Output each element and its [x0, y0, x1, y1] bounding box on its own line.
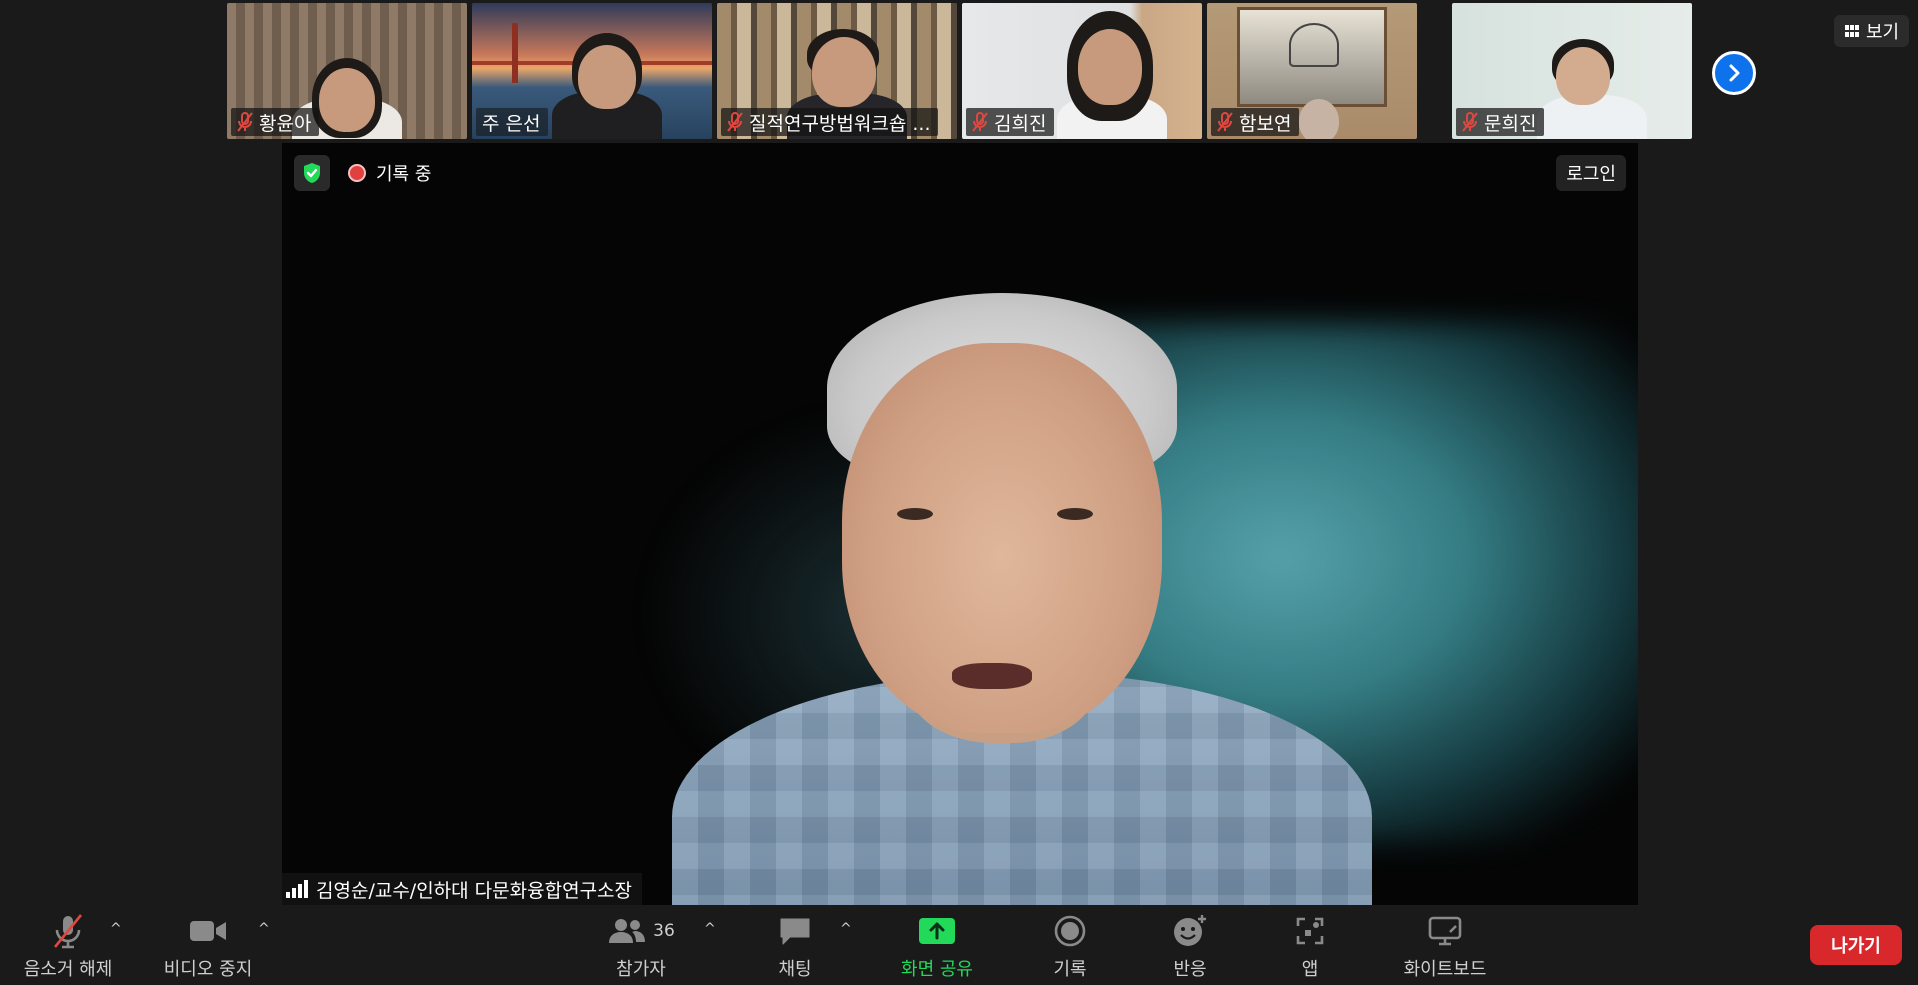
shield-icon: [304, 163, 320, 183]
participant-name-tag: 김희진: [966, 108, 1055, 136]
whiteboard-label: 화이트보드: [1403, 959, 1487, 980]
mic-muted-icon: [727, 112, 743, 132]
participant-tile-4[interactable]: 함보연: [1207, 3, 1417, 139]
audio-options-caret[interactable]: ^: [110, 921, 122, 937]
chevron-right-icon: [1729, 64, 1740, 82]
share-screen-icon: [918, 911, 956, 951]
participant-name-tag: 질적연구방법워크숍 ...: [721, 108, 939, 136]
participant-name-tag: 황윤아: [231, 108, 320, 136]
apps-button[interactable]: 앱: [1290, 911, 1330, 981]
participant-strip: 황윤아 주 은선 질적연구방법워크숍 ... 김희진 함보연 문희진 보기: [0, 3, 1918, 139]
participant-name-tag: 주 은선: [476, 108, 549, 136]
chat-options-caret[interactable]: ^: [840, 921, 852, 937]
zoom-meeting-window: 황윤아 주 은선 질적연구방법워크숍 ... 김희진 함보연 문희진 보기 기록…: [0, 0, 1918, 985]
recording-label: 기록 중: [376, 164, 432, 185]
recording-indicator[interactable]: 기록 중: [348, 157, 431, 189]
record-dot-icon: [348, 164, 366, 182]
security-button[interactable]: [294, 155, 330, 191]
chat-label: 채팅: [778, 959, 812, 980]
whiteboard-button[interactable]: 화이트보드: [1390, 911, 1500, 981]
chat-button[interactable]: 채팅: [760, 911, 830, 981]
participant-face: [319, 68, 375, 132]
next-page-button[interactable]: [1712, 51, 1756, 95]
video-camera-icon: [188, 911, 228, 951]
participant-tile-1[interactable]: 주 은선: [472, 3, 712, 139]
stop-video-label: 비디오 중지: [163, 959, 253, 980]
mic-muted-icon: [237, 112, 253, 132]
participant-name: 주 은선: [482, 112, 541, 135]
participants-button[interactable]: 36 참가자: [596, 911, 686, 981]
chat-bubble-icon: [778, 911, 812, 951]
participants-label: 참가자: [616, 959, 666, 980]
speaker-name-tag: 김영순/교수/인하대 다문화융합연구소장: [282, 873, 643, 905]
mic-muted-icon: [972, 112, 988, 132]
view-button[interactable]: 보기: [1834, 15, 1910, 47]
apps-icon: [1295, 911, 1325, 951]
record-icon: [1054, 911, 1086, 951]
participant-name-tag: 함보연: [1211, 108, 1300, 136]
participants-icon: 36: [607, 911, 675, 951]
reactions-label: 반응: [1173, 959, 1207, 980]
speaker-eye-right: [1057, 508, 1093, 520]
participant-face: [1078, 29, 1142, 105]
record-button[interactable]: 기록: [1040, 911, 1100, 981]
participant-name: 질적연구방법워크숍 ...: [749, 112, 931, 135]
emoji-add-icon: [1172, 911, 1208, 951]
speaker-name: 김영순/교수/인하대 다문화융합연구소장: [316, 879, 633, 902]
participant-tile-2[interactable]: 질적연구방법워크숍 ...: [717, 3, 957, 139]
signal-strength-icon: [286, 880, 308, 898]
unmute-button[interactable]: 음소거 해제: [18, 911, 118, 981]
participant-tile-3[interactable]: 김희진: [962, 3, 1202, 139]
record-label: 기록: [1053, 959, 1087, 980]
leave-button[interactable]: 나가기: [1810, 925, 1902, 965]
stop-video-button[interactable]: 비디오 중지: [158, 911, 258, 981]
whiteboard-icon: [1428, 911, 1462, 951]
participant-name: 김희진: [994, 112, 1047, 135]
active-speaker-video[interactable]: 기록 중 로그인 김영순/교수/인하대 다문화융합연구소장: [282, 143, 1638, 905]
login-label: 로그인: [1566, 164, 1616, 185]
participant-name: 문희진: [1484, 112, 1537, 135]
share-screen-label: 화면 공유: [901, 959, 973, 980]
mic-muted-icon: [51, 911, 85, 951]
meeting-toolbar: 음소거 해제 ^ 비디오 중지 ^ 36 참가자 ^ 채팅 ^ 화면 공유 기록…: [0, 905, 1918, 985]
view-button-label: 보기: [1866, 22, 1900, 43]
participant-name-tag: 문희진: [1456, 108, 1545, 136]
grid-icon: [1845, 25, 1859, 37]
participant-tile-5[interactable]: 문희진: [1452, 3, 1692, 139]
participants-options-caret[interactable]: ^: [704, 921, 716, 937]
unmute-label: 음소거 해제: [23, 959, 113, 980]
apps-label: 앱: [1301, 959, 1319, 980]
bridge-tower: [512, 23, 518, 83]
participant-face: [1299, 99, 1339, 139]
participant-face: [1556, 47, 1610, 105]
participant-face: [578, 45, 636, 109]
participant-name: 황윤아: [259, 112, 312, 135]
login-button[interactable]: 로그인: [1556, 155, 1626, 191]
participant-tile-0[interactable]: 황윤아: [227, 3, 467, 139]
leave-label: 나가기: [1831, 936, 1881, 957]
mic-muted-icon: [1217, 112, 1233, 132]
share-screen-button[interactable]: 화면 공유: [890, 911, 984, 981]
participant-name: 함보연: [1239, 112, 1292, 135]
participants-count: 36: [653, 921, 675, 941]
participant-face: [812, 37, 876, 107]
speaker-mouth: [952, 663, 1032, 689]
video-options-caret[interactable]: ^: [258, 921, 270, 937]
reactions-button[interactable]: 반응: [1160, 911, 1220, 981]
mic-muted-icon: [1462, 112, 1478, 132]
heart-graphic: [1289, 23, 1339, 67]
speaker-eye-left: [897, 508, 933, 520]
